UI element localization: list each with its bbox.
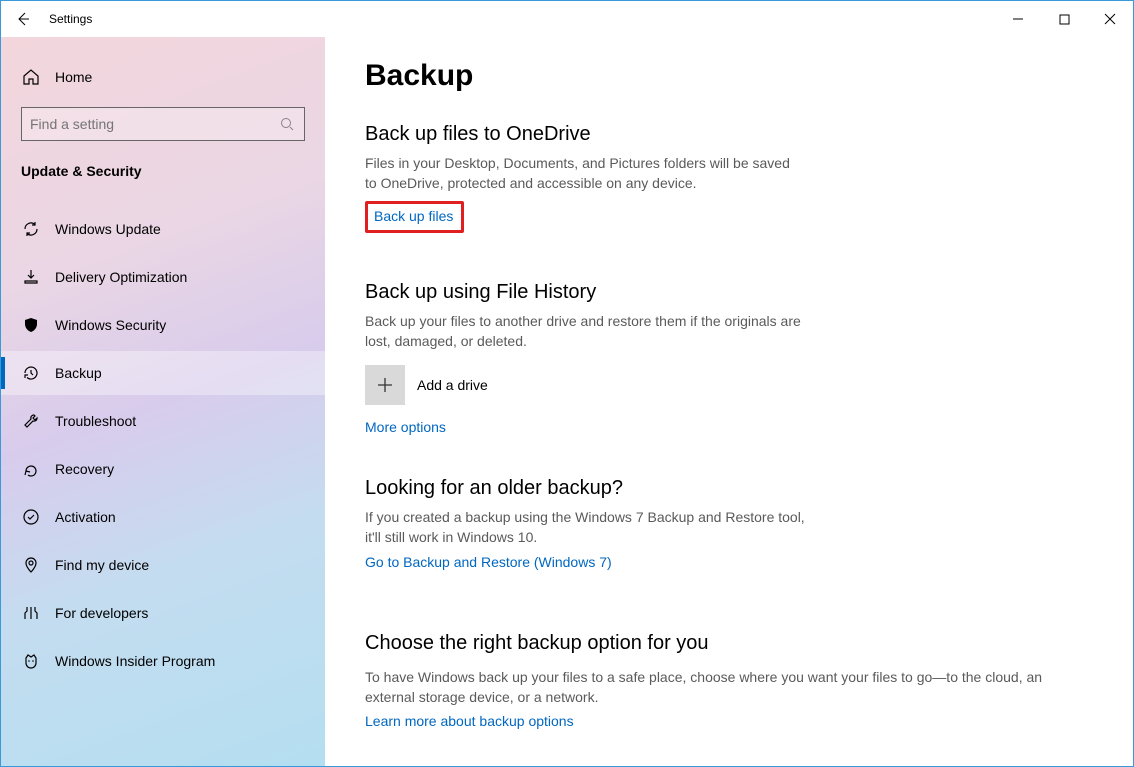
- plus-tile[interactable]: [365, 365, 405, 405]
- section-onedrive: Back up files to OneDrive Files in your …: [365, 123, 1093, 233]
- window-controls: [995, 1, 1133, 37]
- search-input-wrap[interactable]: [21, 107, 305, 141]
- home-icon: [21, 68, 41, 86]
- sidebar-item-delivery-optimization[interactable]: Delivery Optimization: [1, 255, 325, 299]
- minimize-icon: [1012, 13, 1024, 25]
- backup-restore-win7-link[interactable]: Go to Backup and Restore (Windows 7): [365, 554, 612, 570]
- sidebar-item-label: Recovery: [55, 461, 114, 477]
- section-heading: Back up files to OneDrive: [365, 123, 1093, 146]
- sidebar-item-activation[interactable]: Activation: [1, 495, 325, 539]
- shield-icon: [21, 316, 41, 334]
- sidebar-item-windows-insider-program[interactable]: Windows Insider Program: [1, 639, 325, 683]
- sidebar-item-label: Find my device: [55, 557, 149, 573]
- main-content: Backup Back up files to OneDrive Files i…: [325, 37, 1133, 766]
- back-button[interactable]: [1, 1, 45, 37]
- highlight-annotation: Back up files: [365, 201, 464, 233]
- learn-more-backup-link[interactable]: Learn more about backup options: [365, 713, 574, 729]
- search-input[interactable]: [30, 116, 278, 132]
- download-icon: [21, 268, 41, 286]
- tools-icon: [21, 604, 41, 622]
- section-heading: Looking for an older backup?: [365, 477, 1093, 500]
- home-button[interactable]: Home: [1, 57, 325, 97]
- section-older-backup: Looking for an older backup? If you crea…: [365, 477, 1093, 571]
- sidebar-item-recovery[interactable]: Recovery: [1, 447, 325, 491]
- section-choose-backup: Choose the right backup option for you T…: [365, 632, 1093, 732]
- sidebar-item-find-my-device[interactable]: Find my device: [1, 543, 325, 587]
- section-body: To have Windows back up your files to a …: [365, 667, 1093, 708]
- ninja-cat-icon: [21, 652, 41, 670]
- sidebar-item-label: For developers: [55, 605, 148, 621]
- section-body: If you created a backup using the Window…: [365, 508, 805, 547]
- sidebar: Home Update & Security Windows Update: [1, 37, 325, 766]
- wrench-icon: [21, 412, 41, 430]
- sidebar-item-windows-update[interactable]: Windows Update: [1, 207, 325, 251]
- add-drive-button[interactable]: Add a drive: [365, 365, 1093, 405]
- section-heading: Choose the right backup option for you: [365, 632, 1093, 655]
- nav-list: Windows Update Delivery Optimization Win…: [1, 207, 325, 683]
- sidebar-item-label: Windows Security: [55, 317, 166, 333]
- maximize-icon: [1059, 14, 1070, 25]
- location-icon: [21, 556, 41, 574]
- more-options-link[interactable]: More options: [365, 419, 446, 435]
- search-icon: [278, 117, 296, 131]
- backup-files-link[interactable]: Back up files: [374, 208, 453, 224]
- sidebar-item-windows-security[interactable]: Windows Security: [1, 303, 325, 347]
- section-heading: Back up using File History: [365, 281, 1093, 304]
- home-label: Home: [55, 69, 92, 85]
- sidebar-category: Update & Security: [1, 163, 325, 179]
- add-drive-label: Add a drive: [417, 377, 488, 393]
- section-body: Files in your Desktop, Documents, and Pi…: [365, 154, 805, 193]
- sidebar-item-label: Activation: [55, 509, 116, 525]
- sidebar-item-label: Backup: [55, 365, 102, 381]
- section-file-history: Back up using File History Back up your …: [365, 281, 1093, 437]
- check-circle-icon: [21, 508, 41, 526]
- sidebar-item-label: Troubleshoot: [55, 413, 136, 429]
- sidebar-item-label: Delivery Optimization: [55, 269, 187, 285]
- plus-icon: [376, 376, 394, 394]
- window-title: Settings: [49, 12, 92, 26]
- section-body: Back up your files to another drive and …: [365, 312, 805, 351]
- history-icon: [21, 364, 41, 382]
- title-bar: Settings: [1, 1, 1133, 37]
- arrow-left-icon: [15, 11, 31, 27]
- sidebar-item-for-developers[interactable]: For developers: [1, 591, 325, 635]
- recovery-icon: [21, 460, 41, 478]
- maximize-button[interactable]: [1041, 1, 1087, 37]
- minimize-button[interactable]: [995, 1, 1041, 37]
- sidebar-item-troubleshoot[interactable]: Troubleshoot: [1, 399, 325, 443]
- sidebar-item-label: Windows Insider Program: [55, 653, 215, 669]
- close-icon: [1104, 13, 1116, 25]
- sidebar-item-backup[interactable]: Backup: [1, 351, 325, 395]
- sidebar-item-label: Windows Update: [55, 221, 161, 237]
- page-title: Backup: [365, 59, 1093, 93]
- close-button[interactable]: [1087, 1, 1133, 37]
- refresh-icon: [21, 220, 41, 238]
